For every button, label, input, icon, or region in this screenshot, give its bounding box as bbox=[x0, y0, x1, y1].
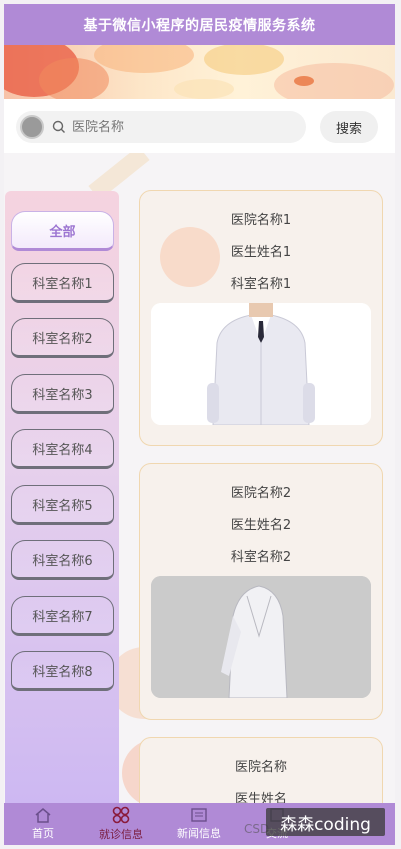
category-label: 科室名称7 bbox=[32, 609, 93, 625]
category-item-2[interactable]: 科室名称2 bbox=[11, 318, 114, 358]
search-area: 搜索 bbox=[4, 99, 395, 153]
page-title: 基于微信小程序的居民疫情服务系统 bbox=[83, 17, 316, 34]
search-icon bbox=[52, 120, 66, 134]
category-label: 科室名称4 bbox=[32, 442, 93, 458]
doctor-card[interactable]: 医院名称2 医生姓名2 科室名称2 bbox=[139, 463, 383, 720]
category-label: 科室名称1 bbox=[32, 276, 93, 292]
card-department: 科室名称2 bbox=[230, 550, 292, 565]
clinic-icon bbox=[112, 806, 130, 824]
category-label: 科室名称6 bbox=[32, 553, 93, 569]
author-watermark: 森森coding bbox=[266, 808, 385, 836]
category-item-6[interactable]: 科室名称6 bbox=[11, 540, 114, 580]
category-label: 科室名称8 bbox=[32, 664, 93, 680]
doctor-photo bbox=[151, 576, 371, 698]
category-label: 全部 bbox=[49, 224, 76, 240]
category-item-3[interactable]: 科室名称3 bbox=[11, 374, 114, 414]
news-icon bbox=[191, 808, 207, 822]
search-input[interactable] bbox=[72, 119, 292, 135]
nav-label: 新闻信息 bbox=[177, 827, 221, 840]
category-label: 科室名称2 bbox=[32, 331, 93, 347]
app-screen: 基于微信小程序的居民疫情服务系统 搜索 全部 科室 bbox=[4, 4, 395, 845]
category-all[interactable]: 全部 bbox=[11, 211, 114, 251]
category-label: 科室名称5 bbox=[32, 498, 93, 514]
category-item-1[interactable]: 科室名称1 bbox=[11, 263, 114, 303]
search-toggle-icon[interactable] bbox=[20, 115, 44, 139]
card-hospital: 医院名称 bbox=[234, 760, 287, 775]
doctor-photo bbox=[151, 303, 371, 425]
nav-home[interactable]: 首页 bbox=[4, 803, 82, 845]
category-item-7[interactable]: 科室名称7 bbox=[11, 596, 114, 636]
card-doctor: 医生姓名1 bbox=[230, 245, 292, 260]
title-bar: 基于微信小程序的居民疫情服务系统 bbox=[4, 4, 395, 45]
nav-label: 就诊信息 bbox=[99, 828, 143, 841]
home-icon bbox=[35, 808, 51, 823]
watercolor-banner bbox=[4, 45, 394, 99]
doctor-card[interactable]: 医院名称1 医生姓名1 科室名称1 bbox=[139, 190, 383, 446]
nav-label: 首页 bbox=[32, 827, 54, 840]
nav-news[interactable]: 新闻信息 bbox=[160, 803, 238, 845]
category-item-4[interactable]: 科室名称4 bbox=[11, 429, 114, 469]
category-label: 科室名称3 bbox=[32, 387, 93, 403]
card-hospital: 医院名称2 bbox=[230, 486, 292, 501]
search-button[interactable]: 搜索 bbox=[320, 111, 378, 143]
card-department: 科室名称1 bbox=[230, 277, 292, 292]
nav-clinic[interactable]: 就诊信息 bbox=[82, 803, 160, 845]
banner-image bbox=[4, 45, 395, 99]
category-item-5[interactable]: 科室名称5 bbox=[11, 485, 114, 525]
category-item-8[interactable]: 科室名称8 bbox=[11, 651, 114, 691]
card-hospital: 医院名称1 bbox=[230, 213, 292, 228]
card-doctor: 医生姓名2 bbox=[230, 518, 292, 533]
search-box[interactable] bbox=[16, 111, 306, 143]
category-sidebar: 全部 科室名称1 科室名称2 科室名称3 科室名称4 科室名称5 科室名称6 科… bbox=[5, 191, 119, 803]
